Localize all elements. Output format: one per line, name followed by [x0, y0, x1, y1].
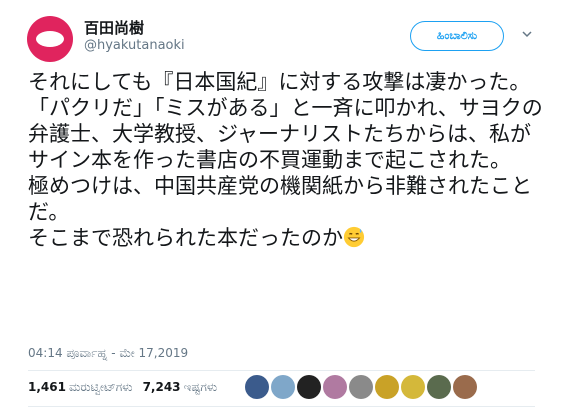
- likes-label: ಇಷ್ಟಗಳು: [183, 380, 218, 394]
- likes-stat[interactable]: 7,243 ಇಷ್ಟಗಳು: [143, 380, 218, 395]
- tweet-text: それにしても『日本国紀』に対する攻撃は凄かった。 「パクリだ」「ミスがある」と一…: [28, 69, 548, 251]
- retweets-count: 1,461: [28, 380, 66, 394]
- liker-avatar[interactable]: [453, 375, 477, 399]
- grinning-face-with-sweat-icon: [343, 226, 365, 248]
- tweet-card: 百田尚樹 @hyakutanaoki ಹಿಂಬಾಲಿಸು それにしても『日本国紀…: [0, 0, 563, 409]
- avatar[interactable]: [27, 16, 73, 62]
- likes-count: 7,243: [142, 380, 181, 394]
- avatar-logo: [36, 31, 64, 47]
- user-handle[interactable]: @hyakutanaoki: [84, 38, 185, 53]
- retweets-stat[interactable]: 1,461 ಮರುಟ್ವೀಟ್‌ಗಳು: [28, 380, 133, 395]
- display-name[interactable]: 百田尚樹: [84, 17, 144, 38]
- liker-avatar[interactable]: [297, 375, 321, 399]
- tweet-timestamp[interactable]: 04:14 ಪೂರ್ವಾಹ್ನ - ಮೇ 17,2019: [28, 346, 188, 361]
- divider: [28, 370, 535, 371]
- tweet-text-content: それにしても『日本国紀』に対する攻撃は凄かった。 「パクリだ」「ミスがある」と一…: [28, 70, 543, 250]
- liker-avatar[interactable]: [323, 375, 347, 399]
- likers-avatars: [245, 375, 477, 399]
- retweets-label: ಮರುಟ್ವೀಟ್‌ಗಳು: [68, 380, 133, 394]
- liker-avatar[interactable]: [271, 375, 295, 399]
- liker-avatar[interactable]: [401, 375, 425, 399]
- tweet-stats: 1,461 ಮರುಟ್ವೀಟ್‌ಗಳು 7,243 ಇಷ್ಟಗಳು: [28, 380, 217, 395]
- follow-button[interactable]: ಹಿಂಬಾಲಿಸು: [410, 21, 504, 51]
- liker-avatar[interactable]: [375, 375, 399, 399]
- liker-avatar[interactable]: [349, 375, 373, 399]
- liker-avatar[interactable]: [245, 375, 269, 399]
- divider: [28, 406, 535, 407]
- liker-avatar[interactable]: [427, 375, 451, 399]
- chevron-down-icon[interactable]: [521, 28, 533, 40]
